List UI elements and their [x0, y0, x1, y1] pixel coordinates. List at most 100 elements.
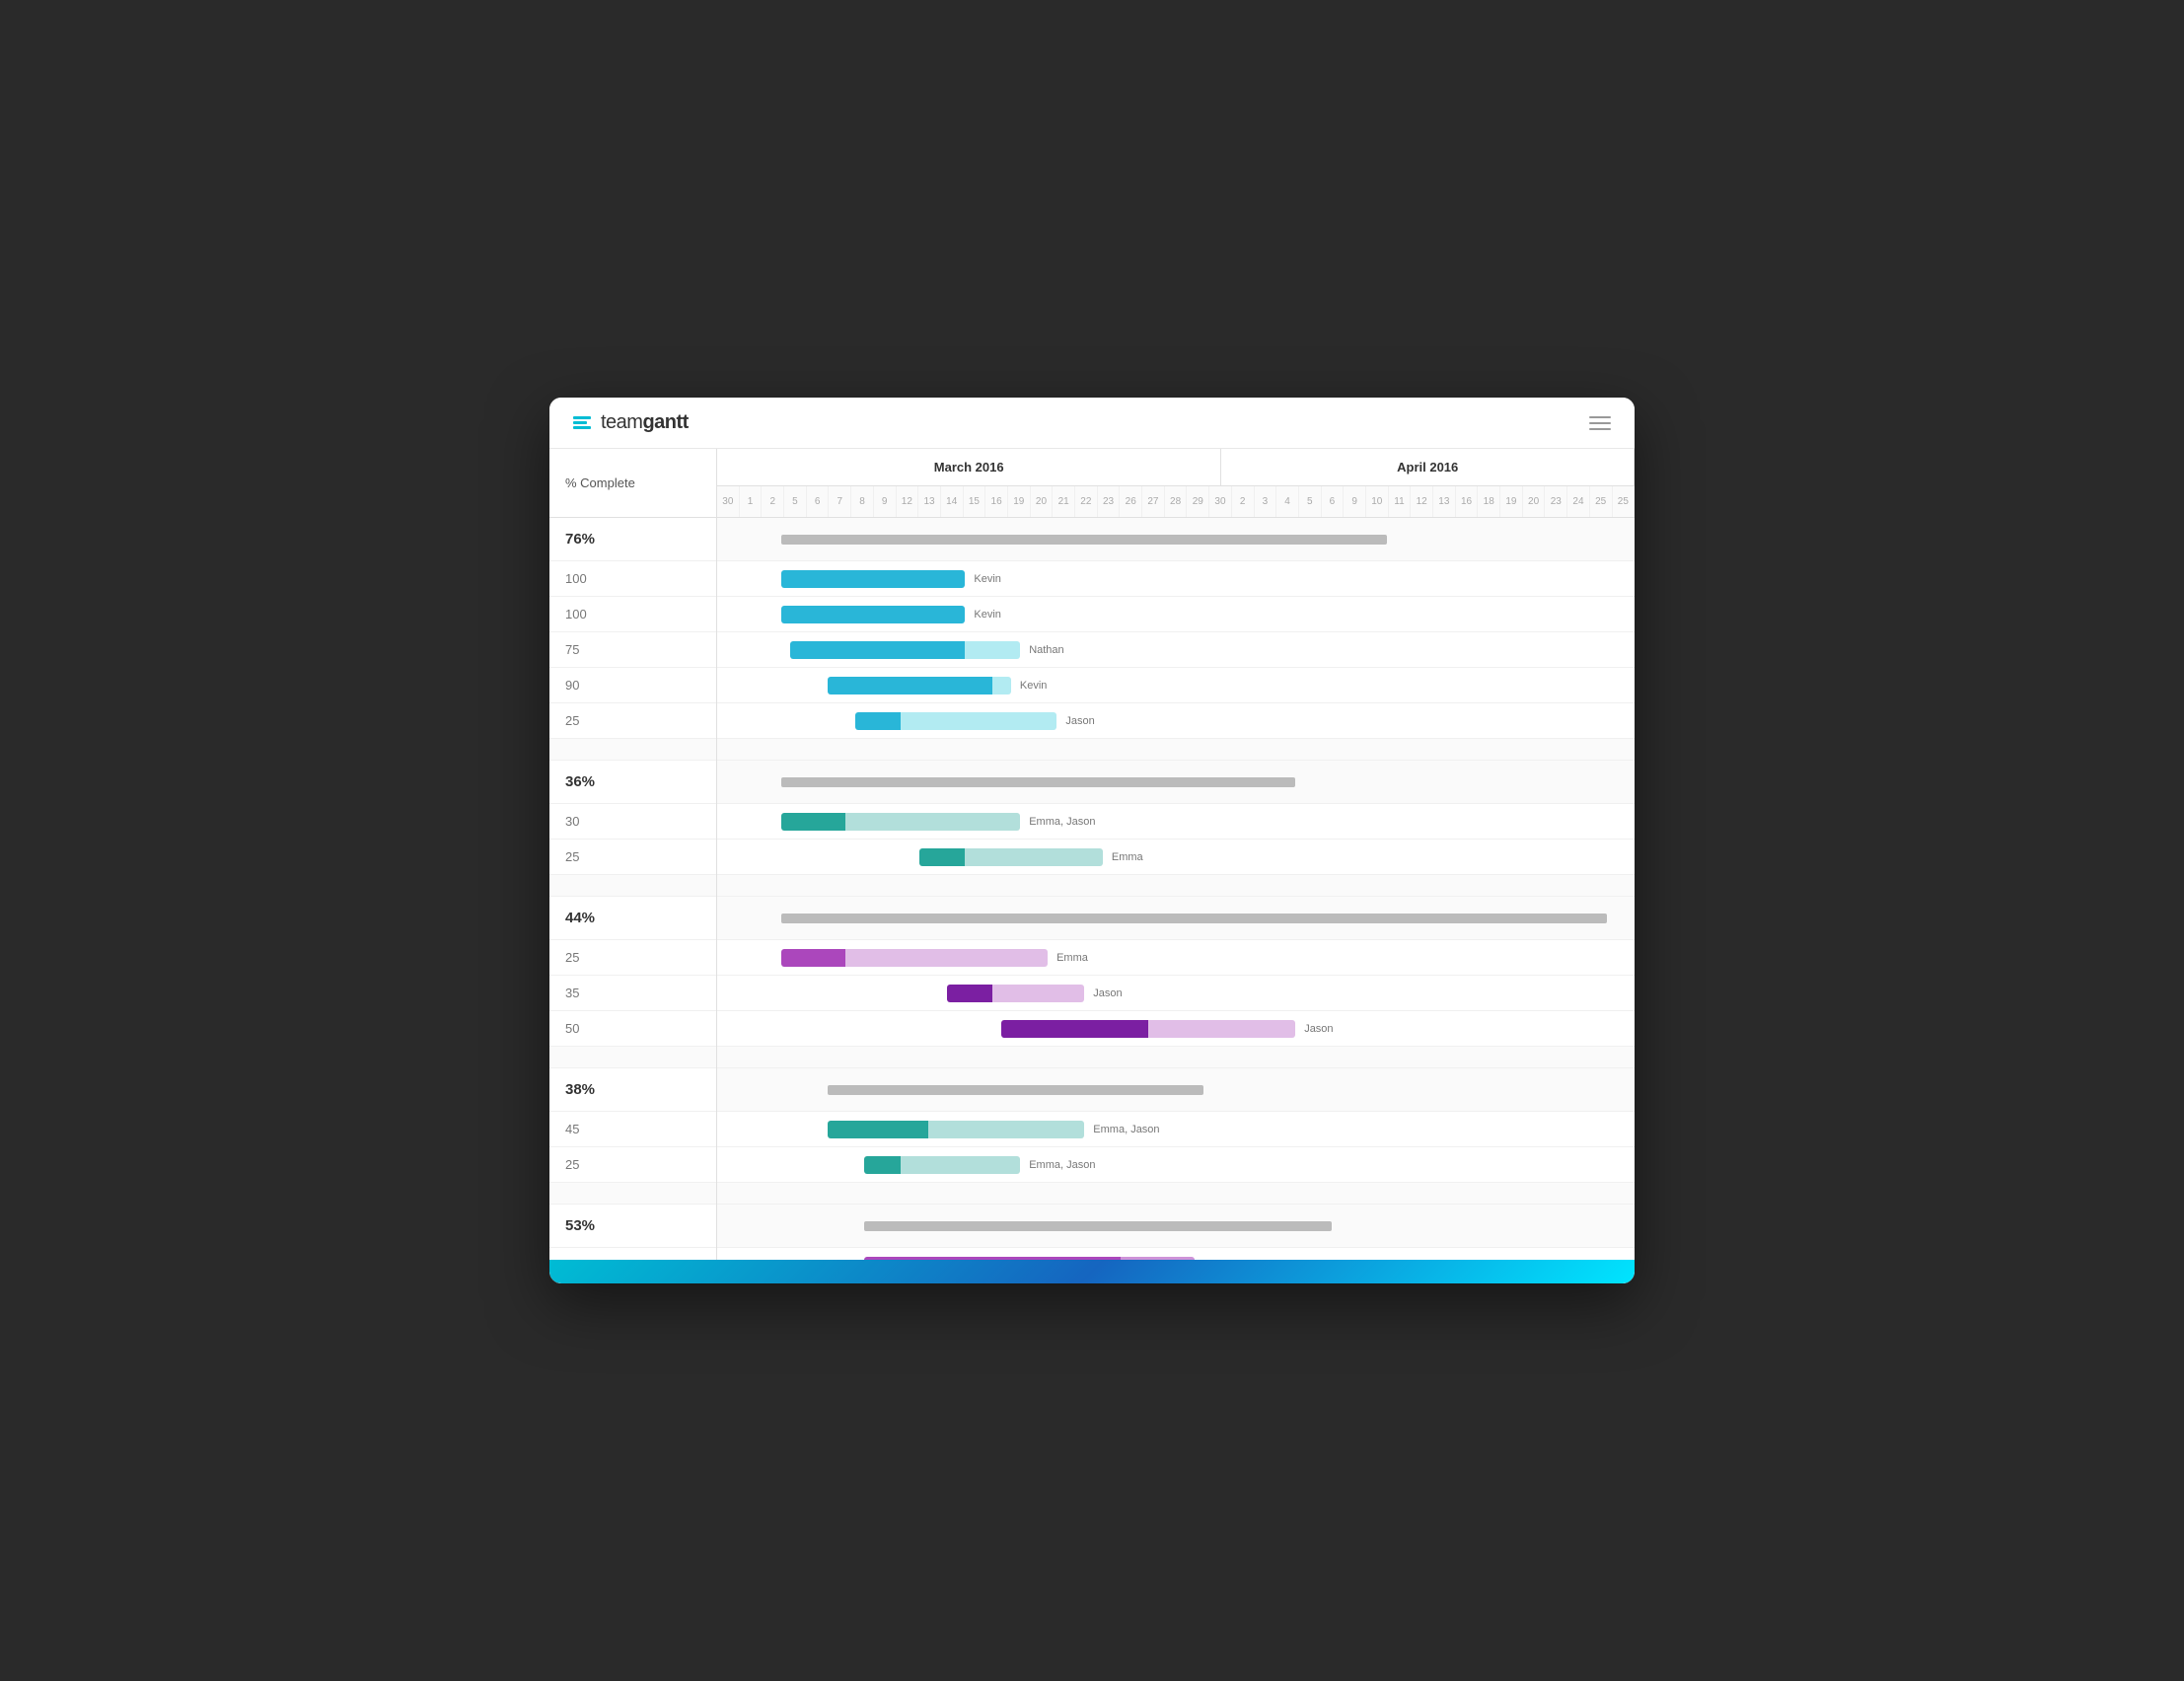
- spacer-row: [717, 1183, 1635, 1205]
- bar-remaining: [901, 712, 1056, 730]
- task-row: 25: [549, 840, 716, 875]
- group-bar: [781, 535, 1387, 545]
- day-cell: 29: [1187, 486, 1209, 517]
- task-bar-row: Jason: [717, 703, 1635, 739]
- day-cell: 2: [1232, 486, 1255, 517]
- bar-done: [828, 1121, 928, 1138]
- bar-remaining: [845, 949, 1048, 967]
- days-row: 3012567891213141516192021222326272829302…: [717, 486, 1635, 518]
- day-cell: 19: [1008, 486, 1031, 517]
- day-cell: 21: [1053, 486, 1075, 517]
- task-row: 100: [549, 597, 716, 632]
- day-cell: 24: [1567, 486, 1590, 517]
- spacer-row: [717, 875, 1635, 897]
- bar-remaining: [992, 677, 1011, 694]
- bar-label: Jason: [1304, 1023, 1333, 1035]
- bar-done: [1001, 1020, 1148, 1038]
- day-cell: 20: [1031, 486, 1054, 517]
- chart-area: March 2016 April 2016 301256789121314151…: [717, 449, 1635, 1283]
- day-cell: 25: [1590, 486, 1613, 517]
- task-bar-row: Kevin: [717, 597, 1635, 632]
- group4-bar-row: [717, 1068, 1635, 1112]
- spacer: [549, 1047, 716, 1068]
- logo: teamgantt: [573, 411, 689, 434]
- day-cell: 10: [1366, 486, 1389, 517]
- bar-remaining: [965, 848, 1103, 866]
- day-cell: 4: [1276, 486, 1299, 517]
- group3-bar-row: [717, 897, 1635, 940]
- bottom-bar: [549, 1260, 1635, 1283]
- bar-label: Jason: [1065, 715, 1094, 727]
- bar-done: [781, 813, 845, 831]
- day-cell: 23: [1098, 486, 1121, 517]
- task-row: 75: [549, 632, 716, 668]
- spacer: [549, 1183, 716, 1205]
- group-bar: [828, 1085, 1203, 1095]
- task-bar-row: Jason: [717, 1011, 1635, 1047]
- hamburger-menu[interactable]: [1589, 416, 1611, 430]
- task-bar-row: Emma, Jason: [717, 1147, 1635, 1183]
- bar-label: Kevin: [1020, 680, 1048, 692]
- bar-remaining: [845, 813, 1020, 831]
- day-cell: 13: [1433, 486, 1456, 517]
- day-cell: 27: [1142, 486, 1165, 517]
- day-cell: 19: [1500, 486, 1523, 517]
- group-bar: [864, 1221, 1332, 1231]
- group5-bar-row: [717, 1205, 1635, 1248]
- day-cell: 8: [851, 486, 874, 517]
- task-bar-row: Kevin: [717, 561, 1635, 597]
- bar-remaining: [901, 1156, 1020, 1174]
- sidebar: % Complete 76% 100 100 75 90 25 36% 30 2…: [549, 449, 717, 1283]
- logo-team: team: [601, 411, 642, 433]
- group-bar: [781, 777, 1295, 787]
- sidebar-header: % Complete: [549, 449, 716, 518]
- day-cell: 12: [897, 486, 919, 517]
- bar: [781, 570, 965, 588]
- bar-label: Kevin: [974, 609, 1001, 621]
- bar-done: [864, 1156, 901, 1174]
- months-row: March 2016 April 2016: [717, 449, 1635, 486]
- bar-remaining: [965, 641, 1020, 659]
- logo-gantt: gantt: [642, 411, 688, 433]
- day-cell: 26: [1120, 486, 1142, 517]
- bar-done: [781, 949, 845, 967]
- app-window: teamgantt % Complete 76% 100 100 75 90 2…: [549, 398, 1635, 1283]
- spacer: [549, 875, 716, 897]
- day-cell: 5: [784, 486, 807, 517]
- day-cell: 2: [762, 486, 784, 517]
- day-cell: 7: [829, 486, 851, 517]
- day-cell: 30: [1209, 486, 1232, 517]
- day-cell: 9: [874, 486, 897, 517]
- group4-header: 38%: [549, 1068, 716, 1112]
- task-row: 50: [549, 1011, 716, 1047]
- task-row: 30: [549, 804, 716, 840]
- bar-label: Kevin: [974, 573, 1001, 585]
- logo-text: teamgantt: [601, 411, 689, 434]
- day-cell: 23: [1545, 486, 1567, 517]
- march-label: March 2016: [717, 449, 1221, 485]
- bar-done: [828, 677, 992, 694]
- day-cell: 15: [964, 486, 986, 517]
- day-cell: 5: [1299, 486, 1322, 517]
- bar-label: Nathan: [1029, 644, 1063, 656]
- bar-label: Emma: [1112, 851, 1143, 863]
- task-bar-row: Emma: [717, 940, 1635, 976]
- day-cell: 9: [1344, 486, 1366, 517]
- day-cell: 25: [1613, 486, 1636, 517]
- task-bar-row: Emma, Jason: [717, 1112, 1635, 1147]
- day-cell: 22: [1075, 486, 1098, 517]
- bar-done: [855, 712, 902, 730]
- task-row: 35: [549, 976, 716, 1011]
- day-cell: 1: [740, 486, 763, 517]
- task-row: 25: [549, 1147, 716, 1183]
- group1-header: 76%: [549, 518, 716, 561]
- bar-done: [947, 985, 993, 1002]
- percent-complete-label: % Complete: [565, 475, 635, 490]
- task-bar-row: Emma: [717, 840, 1635, 875]
- bar-label: Jason: [1093, 987, 1122, 999]
- day-cell: 18: [1478, 486, 1500, 517]
- day-cell: 13: [918, 486, 941, 517]
- group2-header: 36%: [549, 761, 716, 804]
- task-row: 25: [549, 940, 716, 976]
- bar-remaining: [928, 1121, 1084, 1138]
